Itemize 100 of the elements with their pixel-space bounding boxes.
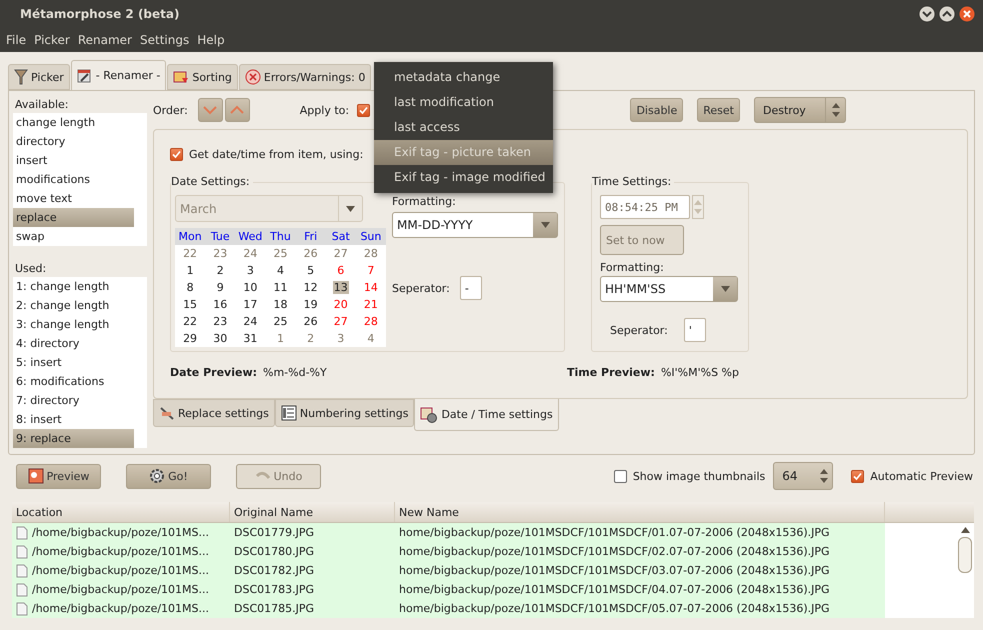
checkbox[interactable]: [851, 470, 864, 482]
calendar-day[interactable]: 16: [212, 298, 228, 311]
menu-item[interactable]: Settings: [136, 33, 194, 47]
menu-item[interactable]: Help: [193, 33, 229, 47]
calendar-day[interactable]: 26: [302, 247, 319, 260]
calendar-day[interactable]: 23: [212, 247, 228, 260]
calendar-day[interactable]: 28: [362, 315, 379, 328]
list-item[interactable]: replace: [13, 208, 134, 227]
tab[interactable]: Picker: [8, 64, 70, 90]
separator-field[interactable]: ': [684, 318, 706, 342]
tab[interactable]: - Renamer -: [70, 60, 166, 90]
close-icon[interactable]: [959, 6, 975, 22]
calendar-day[interactable]: 24: [242, 247, 258, 260]
scrollbar-thumb[interactable]: [958, 537, 972, 573]
apply-to-checkbox[interactable]: [357, 104, 370, 116]
calendar-day[interactable]: 6: [336, 264, 346, 277]
calendar-day[interactable]: 18: [272, 298, 288, 311]
list-item[interactable]: modifications: [13, 170, 134, 189]
calendar-day[interactable]: 7: [366, 264, 376, 277]
list-item[interactable]: directory: [13, 132, 134, 151]
list-item[interactable]: insert: [13, 151, 134, 170]
calendar-day[interactable]: 17: [242, 298, 258, 311]
calendar-day[interactable]: 27: [332, 315, 349, 328]
list-item[interactable]: 5: insert: [13, 353, 134, 372]
calendar-day[interactable]: 22: [182, 247, 198, 260]
menu-item[interactable]: Exif tag - image modified: [374, 165, 553, 190]
date-format-select[interactable]: MM-DD-YYYY: [392, 212, 558, 238]
list-item[interactable]: 6: modifications: [13, 372, 134, 391]
file-icon: [16, 544, 28, 558]
calendar-day[interactable]: 2: [306, 332, 316, 345]
maximize-icon[interactable]: [939, 6, 955, 22]
tab[interactable]: Errors/Warnings: 0: [238, 64, 372, 90]
calendar-day[interactable]: 5: [306, 264, 316, 277]
list-item[interactable]: 2: change length: [13, 296, 134, 315]
menu-item[interactable]: last access: [374, 115, 553, 140]
calendar-day[interactable]: 1: [186, 264, 195, 277]
tab[interactable]: Date / Time settings: [414, 399, 559, 431]
calendar-day[interactable]: 27: [332, 247, 349, 260]
calendar-day[interactable]: 8: [186, 281, 195, 294]
calendar-day[interactable]: 12: [302, 281, 319, 294]
calendar-day[interactable]: 19: [302, 298, 319, 311]
action-button[interactable]: Go!: [126, 464, 211, 488]
menu-item[interactable]: metadata change: [374, 65, 553, 90]
menu-item[interactable]: Renamer: [74, 33, 136, 47]
calendar-day[interactable]: 24: [242, 315, 258, 328]
column-header[interactable]: New Name: [395, 502, 885, 522]
list-item[interactable]: 7: directory: [13, 391, 134, 410]
calendar-day[interactable]: 25: [272, 247, 288, 260]
calendar-day[interactable]: 13: [332, 281, 349, 294]
list-item[interactable]: 3: change length: [13, 315, 134, 334]
calendar-day[interactable]: 26: [302, 315, 319, 328]
calendar-day[interactable]: 10: [242, 281, 258, 294]
list-item[interactable]: 9: replace: [13, 429, 134, 448]
calendar-day[interactable]: 21: [362, 298, 379, 311]
column-header[interactable]: Original Name: [230, 502, 395, 522]
list-item[interactable]: 4: directory: [13, 334, 134, 353]
tab[interactable]: Sorting: [167, 64, 238, 90]
checkbox[interactable]: [170, 148, 183, 160]
calendar-day[interactable]: 25: [272, 315, 288, 328]
separator-field[interactable]: -: [460, 276, 482, 300]
tab[interactable]: Numbering settings: [274, 399, 414, 427]
list-item[interactable]: swap: [13, 227, 134, 246]
calendar-day[interactable]: 28: [362, 247, 379, 260]
calendar-day[interactable]: 11: [272, 281, 288, 294]
weekday-label: Sat: [326, 228, 356, 245]
formatting-label: Formatting:: [392, 195, 457, 208]
list-item[interactable]: 8: insert: [13, 410, 134, 429]
calendar-day[interactable]: 29: [182, 332, 198, 345]
calendar-day[interactable]: 30: [212, 332, 228, 345]
list-item[interactable]: move text: [13, 189, 134, 208]
calendar-day[interactable]: 23: [212, 315, 228, 328]
list-item[interactable]: change length: [13, 113, 134, 132]
list-item[interactable]: 1: change length: [13, 277, 134, 296]
tab[interactable]: Replace settings: [153, 399, 275, 427]
checkbox[interactable]: [614, 470, 627, 482]
thumbnail-size-spinner[interactable]: 64: [773, 462, 834, 490]
calendar-day[interactable]: 31: [242, 332, 258, 345]
menu-item[interactable]: Picker: [30, 33, 74, 47]
mode-select[interactable]: Destroy: [754, 97, 846, 123]
menu-item[interactable]: last modification: [374, 90, 553, 115]
calendar-day[interactable]: 9: [216, 281, 225, 294]
minimize-icon[interactable]: [919, 6, 935, 22]
time-format-select[interactable]: HH'MM'SS: [600, 276, 738, 302]
calendar-day[interactable]: 3: [336, 332, 346, 345]
calendar-day[interactable]: 20: [332, 298, 349, 311]
column-header[interactable]: Location: [12, 502, 230, 522]
calendar-day[interactable]: 1: [276, 332, 285, 345]
action-button[interactable]: Disable: [630, 98, 684, 122]
calendar-day[interactable]: 3: [246, 264, 255, 277]
action-button[interactable]: Reset: [697, 98, 740, 122]
calendar-day[interactable]: 4: [366, 332, 376, 345]
menu-item[interactable]: File: [2, 33, 30, 47]
file-icon: [16, 582, 28, 596]
action-button[interactable]: Preview: [16, 464, 101, 488]
caret-icon: [540, 222, 550, 228]
calendar-day[interactable]: 15: [182, 298, 198, 311]
calendar-day[interactable]: 14: [362, 281, 379, 294]
calendar-day[interactable]: 22: [182, 315, 198, 328]
calendar-day[interactable]: 4: [276, 264, 285, 277]
calendar-day[interactable]: 2: [216, 264, 225, 277]
